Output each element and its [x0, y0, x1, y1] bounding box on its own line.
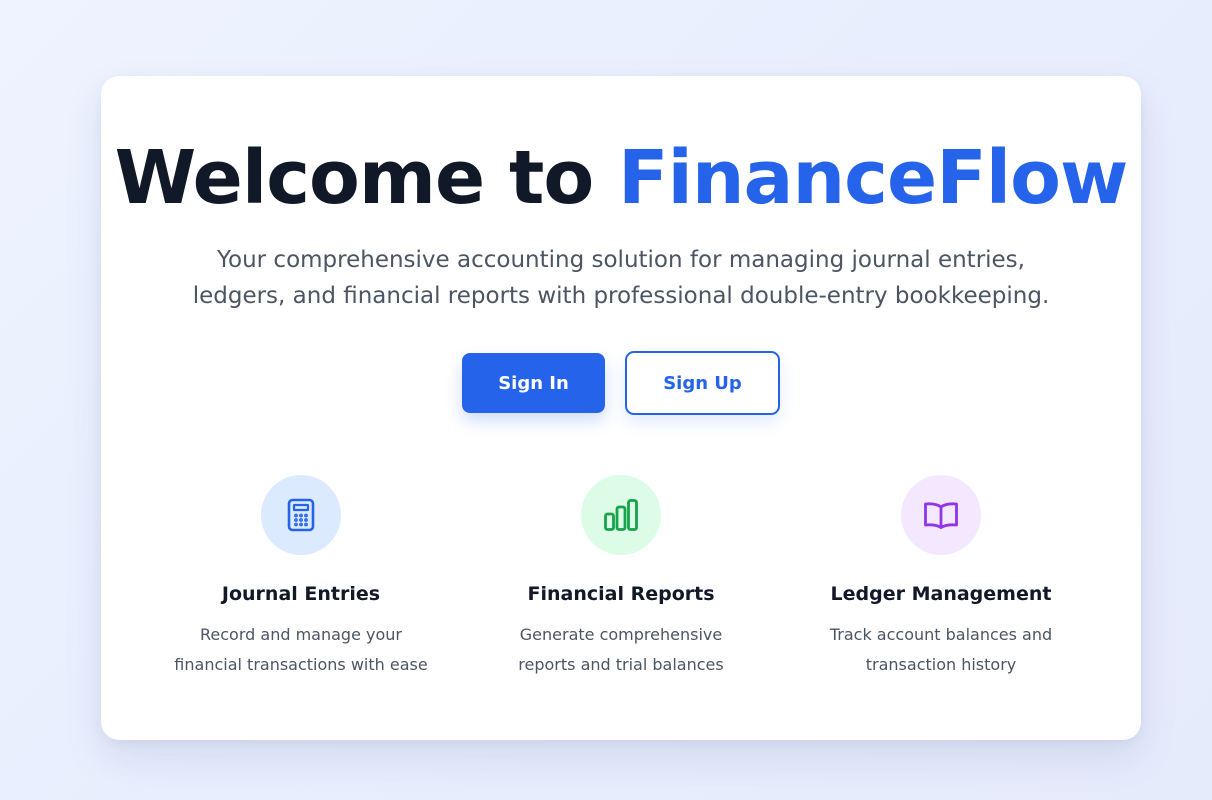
- brand-name: FinanceFlow: [617, 135, 1128, 221]
- title-prefix: Welcome to: [114, 135, 618, 221]
- subtitle-line-2: ledgers, and financial reports with prof…: [192, 283, 1050, 309]
- feature-description: Record and manage your financial transac…: [151, 620, 451, 680]
- feature-description: Generate comprehensive reports and trial…: [471, 620, 771, 680]
- feature-title: Journal Entries: [221, 583, 381, 605]
- feature-icon-circle: [261, 475, 341, 555]
- feature-description: Track account balances and transaction h…: [791, 620, 1091, 680]
- bar-chart-icon: [604, 499, 638, 531]
- sign-in-button[interactable]: Sign In: [462, 353, 605, 413]
- welcome-card: Welcome to FinanceFlow Your comprehensiv…: [101, 76, 1141, 740]
- page-subtitle: Your comprehensive accounting solution f…: [101, 242, 1141, 314]
- feature-ledger-management: Ledger Management Track account balances…: [791, 475, 1091, 680]
- subtitle-line-1: Your comprehensive accounting solution f…: [217, 247, 1025, 273]
- feature-desc-line: Record and manage your: [200, 625, 402, 644]
- feature-desc-line: Generate comprehensive: [519, 625, 723, 644]
- feature-title: Financial Reports: [527, 583, 715, 605]
- feature-desc-line: reports and trial balances: [518, 655, 724, 674]
- feature-journal-entries: Journal Entries Record and manage your f…: [151, 475, 451, 680]
- page-title: Welcome to FinanceFlow: [101, 138, 1141, 218]
- feature-desc-line: transaction history: [865, 655, 1017, 674]
- feature-desc-line: Track account balances and: [829, 625, 1053, 644]
- feature-icon-circle: [581, 475, 661, 555]
- feature-financial-reports: Financial Reports Generate comprehensive…: [471, 475, 771, 680]
- sign-up-button[interactable]: Sign Up: [625, 351, 780, 415]
- feature-desc-line: financial transactions with ease: [174, 655, 428, 674]
- feature-title: Ledger Management: [830, 583, 1052, 605]
- calculator-icon: [287, 498, 315, 532]
- feature-icon-circle: [901, 475, 981, 555]
- open-book-icon: [924, 502, 958, 529]
